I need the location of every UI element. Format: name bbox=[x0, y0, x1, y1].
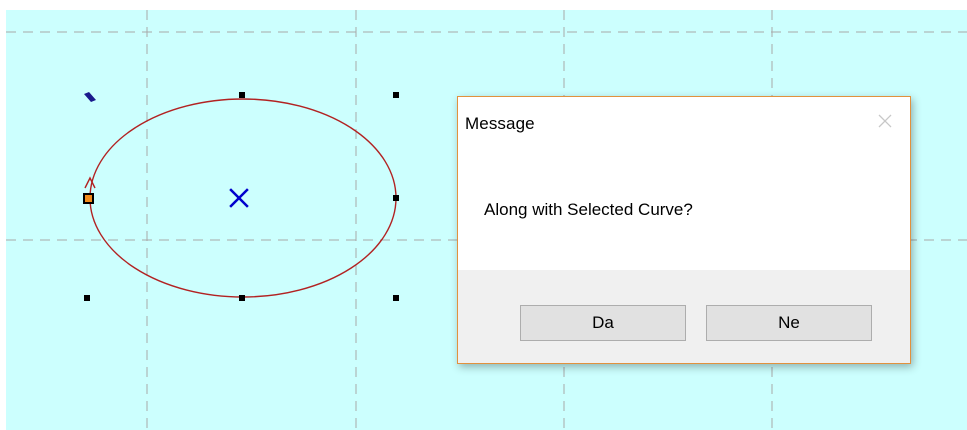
close-icon[interactable] bbox=[874, 110, 896, 132]
selection-handle[interactable] bbox=[239, 295, 245, 301]
selection-handle[interactable] bbox=[393, 92, 399, 98]
selection-handle[interactable] bbox=[393, 295, 399, 301]
selected-curve[interactable] bbox=[89, 98, 397, 298]
dialog-button-bar: Da Ne bbox=[458, 270, 910, 363]
dialog-title: Message bbox=[465, 114, 535, 133]
selection-handle[interactable] bbox=[239, 92, 245, 98]
no-button[interactable]: Ne bbox=[706, 305, 872, 341]
selection-handle[interactable] bbox=[84, 295, 90, 301]
selection-handle[interactable] bbox=[393, 195, 399, 201]
yes-button[interactable]: Da bbox=[520, 305, 686, 341]
curve-start-arrow bbox=[84, 176, 96, 189]
message-dialog: Message Along with Selected Curve? Da Ne bbox=[457, 96, 911, 364]
dialog-titlebar[interactable]: Message bbox=[458, 97, 910, 153]
dialog-message: Along with Selected Curve? bbox=[484, 200, 693, 219]
curve-start-node[interactable] bbox=[83, 193, 94, 204]
rotate-handle[interactable] bbox=[84, 92, 96, 102]
center-marker-icon bbox=[229, 188, 249, 208]
